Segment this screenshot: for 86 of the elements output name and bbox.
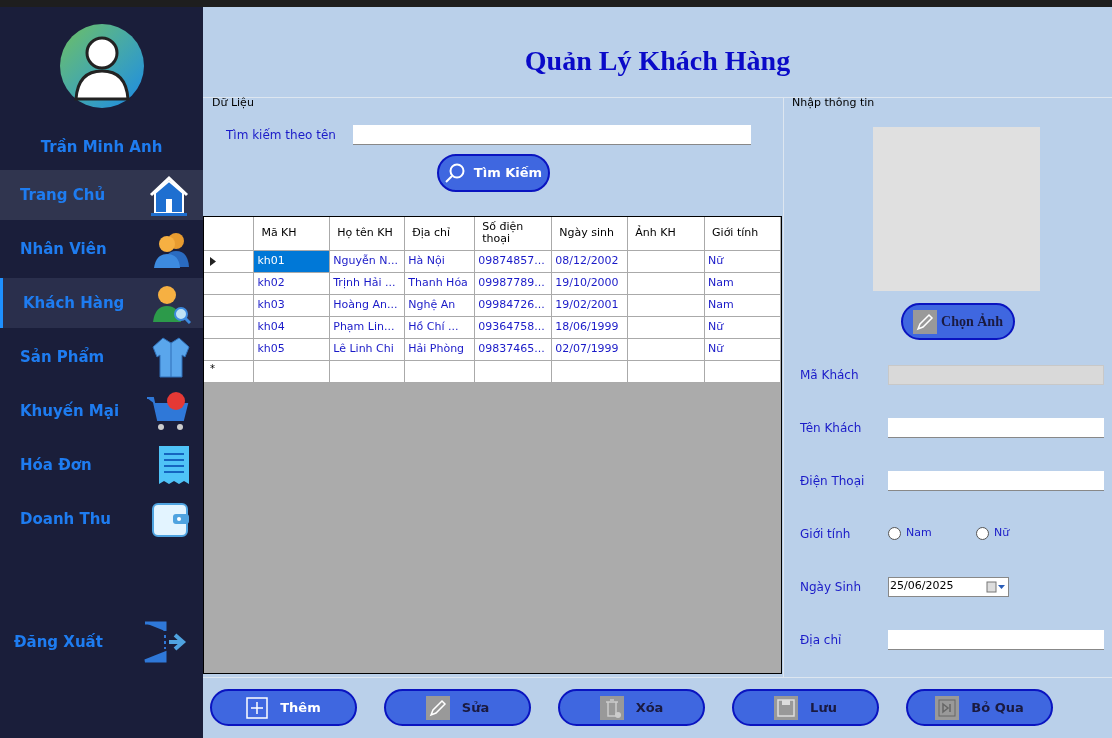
sidebar-item-label: Nhân Viên [20, 238, 107, 260]
field-label: Mã Khách [800, 366, 860, 384]
table-cell: 02/07/1999 [551, 338, 628, 360]
table-cell: Nữ [704, 316, 781, 338]
choose-image-button[interactable]: Chọn Ảnh [901, 303, 1015, 340]
row-header[interactable] [204, 250, 254, 272]
skip-icon [935, 695, 960, 720]
action-button[interactable]: Thêm [210, 689, 357, 726]
receipt-icon [157, 444, 191, 486]
column-header: Họ tên KH [337, 226, 393, 240]
column-header: Ảnh KH [635, 226, 676, 240]
table-cell: Hà Nội [404, 250, 475, 272]
pencil-icon [913, 309, 938, 334]
wallet-icon [151, 500, 191, 538]
pencil-icon [425, 695, 450, 720]
table-cell: Nữ [704, 338, 781, 360]
table-cell: 09364758... [474, 316, 552, 338]
table-cell: kh05 [253, 338, 330, 360]
table-cell: Trịnh Hải ... [329, 272, 405, 294]
table-cell: Hải Phòng [404, 338, 475, 360]
search-field[interactable] [353, 125, 751, 145]
sidebar-item-label: Khuyến Mại [20, 400, 120, 422]
sidebar-item-label: Trang Chủ [20, 184, 106, 206]
trash-icon [599, 695, 624, 720]
sidebar-item-label: Sản Phẩm [20, 346, 105, 368]
table-cell: 09837465... [474, 338, 552, 360]
table-cell: Phạm Lin... [329, 316, 405, 338]
column-header: Mã KH [261, 226, 297, 240]
table-cell: 19/02/2001 [551, 294, 628, 316]
table-cell: 08/12/2002 [551, 250, 628, 272]
field-label: Điện Thoại [800, 472, 866, 490]
text-field[interactable] [888, 417, 1104, 438]
calendar-icon [986, 580, 1006, 593]
table-cell: Nguyễn N... [329, 250, 405, 272]
radio-option[interactable]: Nam [888, 525, 946, 542]
text-field[interactable] [888, 470, 1104, 491]
column-header: Giới tính [712, 226, 759, 240]
sidebar-item[interactable]: Khách Hàng [0, 278, 203, 328]
plus-icon [246, 696, 269, 719]
table-cell: 09984726... [474, 294, 552, 316]
search-icon [443, 162, 466, 184]
sidebar-item[interactable]: Trang Chủ [0, 170, 203, 220]
logout-label: Đăng Xuất [14, 631, 103, 653]
cart-icon [145, 390, 191, 432]
table-cell: Nữ [704, 250, 781, 272]
field-label: Tên Khách [800, 419, 863, 437]
table-cell: Hoàng An... [329, 294, 405, 316]
text-field[interactable] [888, 629, 1104, 650]
table-cell: Thanh Hóa [404, 272, 475, 294]
radio-option[interactable]: Nữ [976, 525, 1034, 542]
table-cell: Nam [704, 272, 781, 294]
logout-item[interactable]: Đăng Xuất [0, 617, 203, 667]
page-title: Quản Lý Khách Hàng [524, 45, 791, 76]
table-cell: kh02 [253, 272, 330, 294]
column-header: Ngày sinh [559, 226, 614, 240]
row-pointer-icon [210, 256, 216, 266]
table-cell: 19/10/2000 [551, 272, 628, 294]
table-cell: 18/06/1999 [551, 316, 628, 338]
search-button[interactable]: Tìm Kiếm [436, 154, 550, 192]
sidebar-item-label: Doanh Thu [20, 508, 112, 530]
home-icon [147, 173, 191, 217]
column-header: Số điện thoại [482, 220, 524, 246]
field-label: Giới tính [800, 525, 852, 543]
action-button[interactable]: Xóa [558, 689, 705, 726]
group-title: Dữ Liệu [211, 95, 255, 111]
action-button[interactable]: Sửa [384, 689, 531, 726]
table-cell: Nghệ An [404, 294, 475, 316]
sidebar-item-label: Hóa Đơn [20, 454, 92, 476]
action-button[interactable]: Lưu [732, 689, 879, 726]
table-cell: Lê Linh Chi [329, 338, 405, 360]
field-label: Ngày Sinh [800, 578, 863, 596]
column-header: Địa chỉ [412, 226, 451, 240]
date-picker[interactable]: 25/06/2025 [888, 576, 1009, 597]
search-label: Tìm kiếm theo tên [226, 127, 337, 144]
table-cell: Hồ Chí ... [404, 316, 475, 338]
group-title: Nhập thông tin [791, 95, 876, 111]
shirt-icon [151, 335, 191, 379]
sidebar-item-label: Khách Hàng [23, 292, 125, 314]
table-cell: kh03 [253, 294, 330, 316]
table-cell: kh04 [253, 316, 330, 338]
table-cell: 09987789... [474, 272, 552, 294]
action-button[interactable]: Bỏ Qua [906, 689, 1053, 726]
table-cell: 09874857... [474, 250, 552, 272]
field-label: Địa chỉ [800, 631, 843, 649]
user-name: Trần Minh Anh [39, 137, 164, 158]
table-cell: Nam [704, 294, 781, 316]
